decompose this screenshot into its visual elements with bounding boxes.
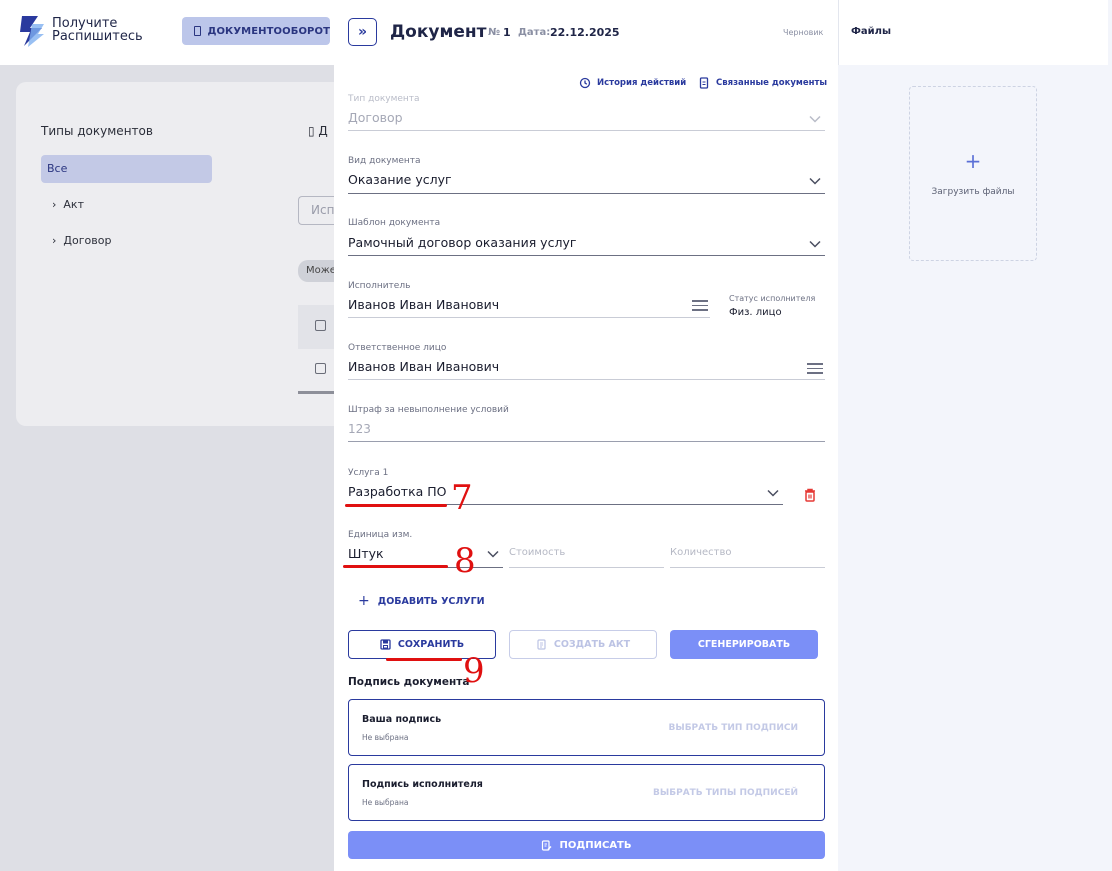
- chevron-down-icon[interactable]: [809, 177, 821, 185]
- unit-label: Единица изм.: [348, 530, 413, 540]
- unit-select[interactable]: Штук: [348, 546, 384, 561]
- horizontal-scrollbar[interactable]: [298, 391, 338, 394]
- your-signature-title: Ваша подпись: [362, 714, 442, 725]
- menu-icon[interactable]: [692, 300, 708, 312]
- select-all-checkbox[interactable]: [315, 320, 326, 331]
- document-icon: [537, 639, 546, 650]
- row-checkbox[interactable]: [315, 363, 326, 374]
- plus-icon: +: [358, 593, 370, 609]
- related-documents-link[interactable]: Связанные документы: [698, 77, 827, 89]
- responsible-underline: [348, 379, 825, 380]
- executor-underline: [348, 317, 710, 318]
- service-1-label: Услуга 1: [348, 468, 389, 478]
- search-input-partial[interactable]: Исп: [298, 196, 338, 225]
- chevron-down-icon[interactable]: [809, 240, 821, 248]
- document-icon: [194, 26, 202, 36]
- executor-signature-state: Не выбрана: [362, 798, 409, 807]
- document-types-title: Типы документов: [41, 124, 153, 138]
- executor-signature-title: Подпись исполнителя: [362, 779, 483, 790]
- files-title: Файлы: [851, 26, 892, 37]
- doc-type-select[interactable]: Договор: [348, 110, 403, 125]
- template-select[interactable]: Рамочный договор оказания услуг: [348, 235, 576, 250]
- menu-icon[interactable]: [807, 363, 823, 375]
- trash-icon[interactable]: [803, 487, 817, 503]
- document-icon: [699, 77, 709, 89]
- list-heading-partial: ▯ Д: [308, 124, 328, 138]
- upload-files-dropzone[interactable]: + Загрузить файлы: [909, 86, 1037, 261]
- add-service-button[interactable]: + ДОБАВИТЬ УСЛУГИ: [358, 593, 485, 609]
- document-title: Документ: [390, 22, 487, 42]
- double-chevron-right-icon: »: [357, 24, 368, 40]
- executor-label: Исполнитель: [348, 281, 411, 291]
- quantity-underline: [670, 567, 825, 568]
- history-icon: [579, 77, 591, 89]
- document-number: 1: [503, 26, 511, 39]
- doc-kind-underline: [348, 193, 825, 194]
- brand-name: Получите Распишитесь: [52, 16, 143, 44]
- annotation-number-7: 7: [451, 478, 473, 518]
- quantity-input[interactable]: Количество: [670, 547, 732, 558]
- executor-signature-card[interactable]: Подпись исполнителя Не выбрана ВЫБРАТЬ Т…: [348, 764, 825, 821]
- document-status: Черновик: [783, 28, 824, 37]
- document-number-label: №: [488, 27, 501, 38]
- document-date-label: Дата:: [518, 27, 551, 38]
- sign-document-icon: [542, 839, 552, 851]
- filter-chip-partial[interactable]: Може: [298, 260, 338, 282]
- penalty-input[interactable]: 123: [348, 422, 371, 436]
- chevron-down-icon[interactable]: [767, 489, 779, 497]
- annotation-underline-8: [343, 565, 448, 568]
- executor-field[interactable]: Иванов Иван Иванович: [348, 297, 499, 312]
- doc-type-label: Тип документа: [348, 94, 420, 104]
- collapse-drawer-button[interactable]: »: [348, 18, 377, 46]
- doc-kind-select[interactable]: Оказание услуг: [348, 172, 452, 187]
- history-link[interactable]: История действий: [579, 77, 686, 89]
- template-label: Шаблон документа: [348, 218, 441, 228]
- responsible-field[interactable]: Иванов Иван Иванович: [348, 359, 499, 374]
- doc-kind-label: Вид документа: [348, 156, 421, 166]
- sign-button[interactable]: ПОДПИСАТЬ: [348, 831, 825, 859]
- floppy-disk-icon: [380, 639, 391, 650]
- executor-status-label: Статус исполнителя: [729, 294, 816, 303]
- signature-section-title: Подпись документа: [348, 676, 470, 688]
- responsible-label: Ответственное лицо: [348, 343, 447, 353]
- your-signature-state: Не выбрана: [362, 733, 409, 742]
- penalty-underline: [348, 441, 825, 442]
- template-underline: [348, 255, 825, 256]
- choose-signature-type-button[interactable]: ВЫБРАТЬ ТИП ПОДПИСИ: [669, 723, 798, 733]
- type-item-contract[interactable]: › Договор: [52, 234, 111, 247]
- plus-icon: +: [964, 149, 982, 173]
- create-act-button[interactable]: СОЗДАТЬ АКТ: [509, 630, 657, 659]
- annotation-number-9: 9: [463, 651, 485, 691]
- upload-files-label: Загрузить файлы: [931, 187, 1015, 197]
- annotation-number-8: 8: [454, 541, 476, 581]
- cost-underline: [509, 567, 664, 568]
- generate-button[interactable]: СГЕНЕРИРОВАТЬ: [670, 630, 818, 659]
- type-item-act[interactable]: › Акт: [52, 198, 84, 211]
- executor-status-value: Физ. лицо: [729, 307, 782, 318]
- choose-signature-types-button[interactable]: ВЫБРАТЬ ТИПЫ ПОДПИСЕЙ: [653, 788, 798, 798]
- type-item-all[interactable]: Все: [41, 155, 212, 183]
- annotation-underline-7: [345, 504, 447, 507]
- doc-type-underline: [348, 130, 825, 131]
- logo-icon: [20, 16, 44, 47]
- chevron-down-icon[interactable]: [487, 550, 499, 558]
- nav-document-flow-button[interactable]: ДОКУМЕНТООБОРОТ: [182, 17, 330, 45]
- annotation-underline-9: [386, 658, 462, 661]
- your-signature-card[interactable]: Ваша подпись Не выбрана ВЫБРАТЬ ТИП ПОДП…: [348, 699, 825, 756]
- cost-input[interactable]: Стоимость: [509, 547, 565, 558]
- penalty-label: Штраф за невыполнение условий: [348, 405, 509, 415]
- chevron-down-icon: [809, 115, 821, 123]
- document-date: 22.12.2025: [550, 26, 620, 39]
- service-1-select[interactable]: Разработка ПО: [348, 484, 447, 499]
